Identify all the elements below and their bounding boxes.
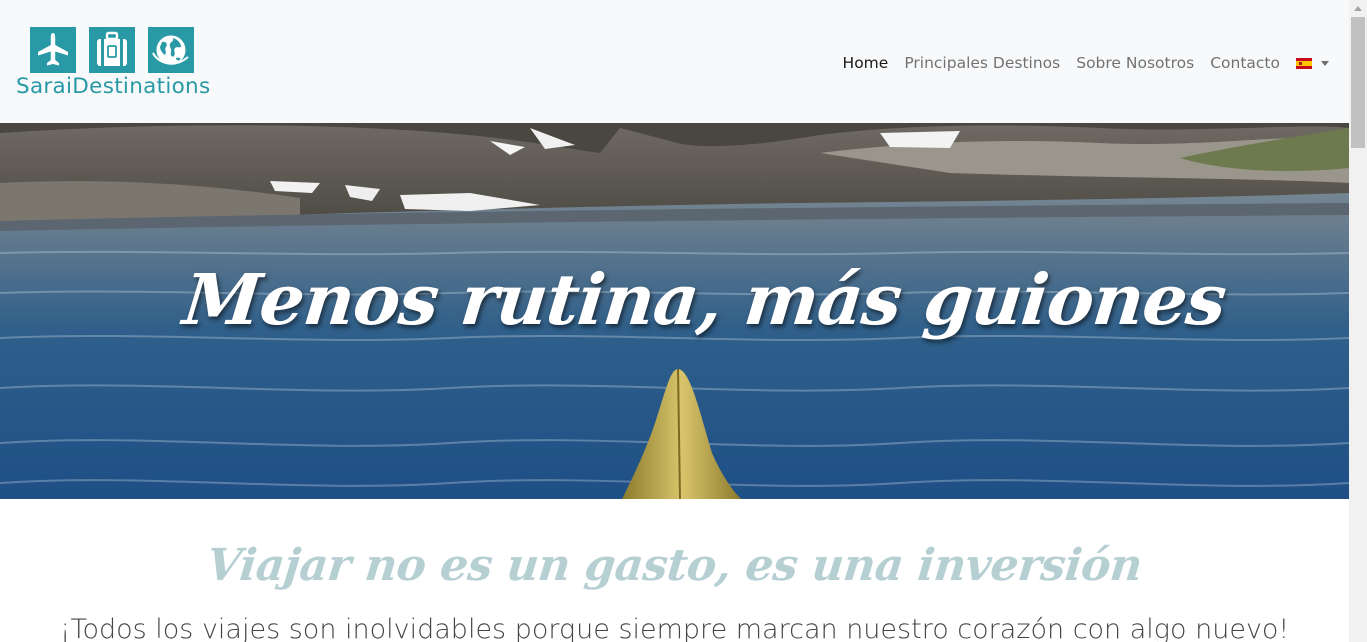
hero-banner: Menos rutina, más guiones xyxy=(0,123,1349,499)
suitcase-icon xyxy=(89,27,135,73)
language-dropdown[interactable] xyxy=(1296,57,1329,69)
nav-contacto[interactable]: Contacto xyxy=(1202,54,1288,72)
scroll-up-arrow-icon[interactable] xyxy=(1349,0,1367,17)
section-subtitle: ¡Todos los viajes son inolvidables porqu… xyxy=(59,614,1290,642)
nav-sobre-nosotros[interactable]: Sobre Nosotros xyxy=(1068,54,1202,72)
nav-principales-destinos[interactable]: Principales Destinos xyxy=(896,54,1068,72)
chevron-down-icon xyxy=(1321,60,1329,66)
page: SaraiDestinations Home Principales Desti… xyxy=(0,0,1349,642)
airplane-icon xyxy=(30,27,76,73)
navbar: SaraiDestinations Home Principales Desti… xyxy=(0,0,1349,123)
scroll-thumb[interactable] xyxy=(1351,17,1365,148)
brand-name: SaraiDestinations xyxy=(16,74,211,99)
globe-icon xyxy=(148,27,194,73)
section-title: Viajar no es un gasto, es una inversión xyxy=(204,540,1145,591)
brand-logo-link[interactable]: SaraiDestinations xyxy=(14,27,214,99)
main-nav: Home Principales Destinos Sobre Nosotros… xyxy=(835,50,1329,76)
spain-flag-icon xyxy=(1296,57,1312,69)
hero-title: Menos rutina, más guiones xyxy=(179,258,1230,341)
page-scrollbar[interactable] xyxy=(1349,0,1367,642)
nav-home[interactable]: Home xyxy=(835,54,897,72)
